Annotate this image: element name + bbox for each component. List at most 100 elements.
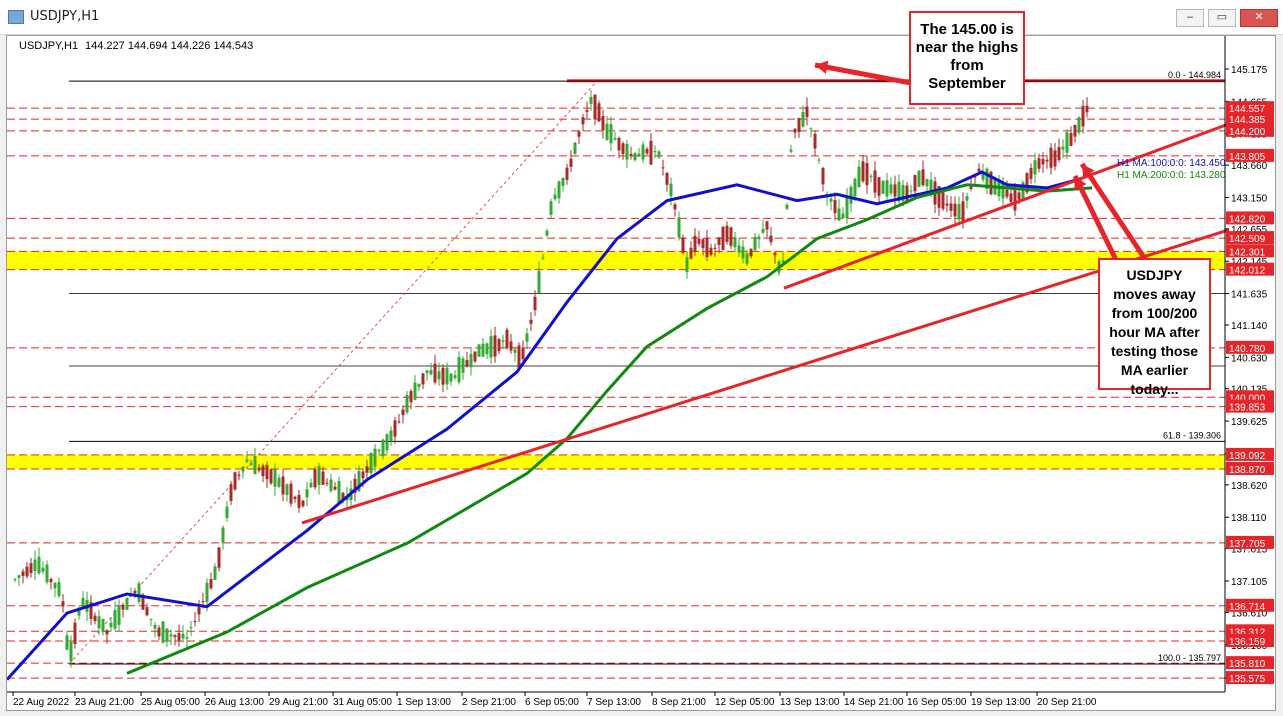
candle-body	[538, 271, 541, 293]
candle-body	[262, 466, 265, 476]
candle-body	[882, 181, 885, 194]
candle-body	[662, 167, 665, 168]
candle-body	[850, 187, 853, 204]
time-tick-label: 26 Aug 13:00	[205, 697, 264, 708]
candle-body	[574, 143, 577, 154]
candle-body	[70, 642, 73, 662]
candle-body	[418, 384, 421, 387]
candle-body	[234, 472, 237, 489]
candle-body	[30, 563, 33, 573]
candle-body	[802, 112, 805, 127]
candle-body	[158, 628, 161, 637]
candle-body	[154, 625, 157, 629]
fib-level-label: 100.0 - 135.797	[1158, 653, 1221, 663]
candle-body	[742, 247, 745, 259]
price-tick-label: 140.630	[1231, 353, 1268, 364]
candle-body	[746, 253, 749, 263]
candle-body	[178, 633, 181, 640]
candle-body	[366, 466, 369, 473]
time-tick-label: 6 Sep 05:00	[525, 697, 579, 708]
candle-body	[258, 468, 261, 471]
candle-body	[514, 349, 517, 352]
candle-body	[250, 463, 253, 465]
price-chart[interactable]: 0.0 - 144.98461.8 - 139.306100.0 - 135.7…	[7, 36, 1275, 710]
candle-body	[182, 634, 185, 639]
candle-body	[370, 453, 373, 473]
candle-body	[246, 459, 249, 461]
candle-body	[34, 560, 37, 572]
candle-body	[1082, 106, 1085, 127]
candle-body	[726, 226, 729, 242]
candle-body	[562, 178, 565, 186]
ma200-label: H1 MA:200:0:0: 143.280	[1117, 170, 1226, 181]
candle-body	[1070, 133, 1073, 146]
candle-body	[738, 246, 741, 253]
candle-body	[478, 344, 481, 356]
candle-body	[582, 117, 585, 124]
zone-price-label: 142.301	[1229, 247, 1266, 258]
candle-body	[1038, 158, 1041, 168]
candle-body	[450, 374, 453, 382]
candle-body	[718, 237, 721, 245]
candle-body	[854, 179, 857, 196]
candle-body	[606, 124, 609, 140]
candle-body	[878, 177, 881, 196]
candle-body	[510, 341, 513, 350]
candle-body	[490, 336, 493, 357]
candle-body	[306, 489, 309, 497]
candle-body	[1034, 160, 1037, 174]
candle-body	[454, 375, 457, 378]
candle-body	[274, 469, 277, 487]
candle-body	[486, 343, 489, 354]
candle-body	[946, 204, 949, 206]
candle-body	[166, 628, 169, 641]
candle-body	[62, 601, 65, 606]
candle-body	[886, 180, 889, 196]
level-price-label: 136.714	[1229, 602, 1266, 613]
time-tick-label: 1 Sep 13:00	[397, 697, 451, 708]
candle-body	[758, 237, 761, 240]
time-tick-label: 20 Sep 21:00	[1037, 697, 1097, 708]
minimize-button[interactable]: ‒	[1176, 9, 1204, 27]
candle-body	[186, 637, 189, 638]
candle-body	[1066, 132, 1069, 152]
candle-body	[422, 373, 425, 384]
candle-body	[26, 567, 29, 577]
chart-area[interactable]: 0.0 - 144.98461.8 - 139.306100.0 - 135.7…	[6, 35, 1276, 711]
maximize-button[interactable]: ▭	[1208, 9, 1236, 27]
candle-body	[290, 484, 293, 504]
candle-body	[1050, 148, 1053, 168]
candle-body	[1078, 117, 1081, 132]
candle-body	[766, 221, 769, 229]
time-tick-label: 7 Sep 13:00	[587, 697, 641, 708]
time-tick-label: 29 Aug 21:00	[269, 697, 328, 708]
candle-body	[102, 619, 105, 632]
candle-body	[374, 449, 377, 467]
candle-body	[318, 466, 321, 485]
level-price-label: 135.810	[1229, 659, 1266, 670]
candle-body	[714, 248, 717, 249]
candle-body	[862, 161, 865, 181]
candle-body	[382, 440, 385, 456]
candle-body	[522, 348, 525, 360]
time-tick-label: 8 Sep 21:00	[652, 697, 706, 708]
candle-body	[498, 339, 501, 351]
candle-body	[530, 320, 533, 324]
candle-body	[1046, 160, 1049, 162]
candle-body	[214, 566, 217, 579]
candle-body	[566, 168, 569, 180]
candle-body	[438, 371, 441, 379]
candle-body	[910, 190, 913, 191]
candle-body	[674, 204, 677, 209]
candle-body	[770, 236, 773, 243]
candle-body	[426, 370, 429, 373]
candle-body	[410, 391, 413, 402]
candle-body	[190, 627, 193, 628]
candle-body	[894, 184, 897, 196]
candle-body	[506, 330, 509, 348]
candle-body	[118, 606, 121, 625]
candle-body	[1086, 106, 1089, 112]
candle-body	[1062, 147, 1065, 150]
level-price-label: 143.805	[1229, 152, 1266, 163]
close-button[interactable]: ✕	[1240, 9, 1278, 27]
